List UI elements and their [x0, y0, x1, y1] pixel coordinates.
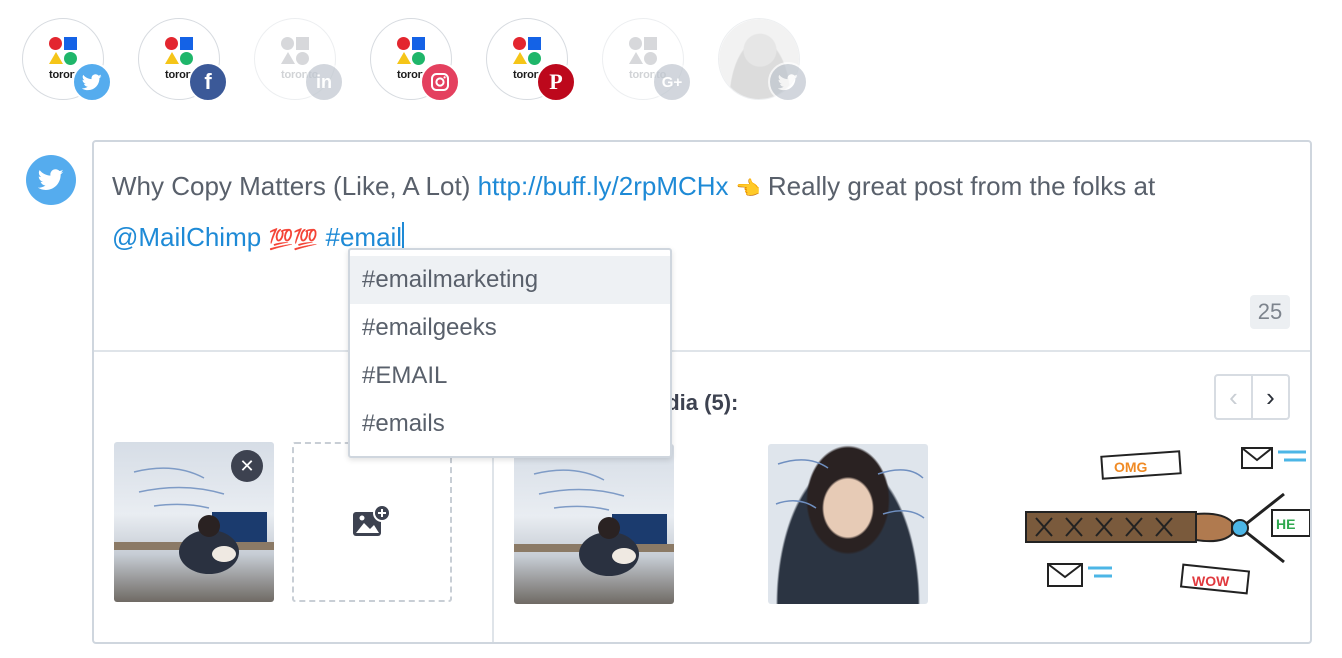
hashtag-suggestion[interactable]: #emailmarketing [350, 256, 670, 304]
svg-text:OMG: OMG [1114, 459, 1148, 475]
toronto-logo [49, 37, 81, 69]
suggested-media-thumbnail[interactable] [768, 444, 928, 604]
account-avatar-facebook[interactable]: toronto f [138, 18, 228, 102]
hashtag-suggestion[interactable]: #emailgeeks [350, 304, 670, 352]
chevron-right-icon[interactable]: › [1253, 376, 1288, 418]
account-avatar-google-plus[interactable]: toronto G+ [602, 18, 692, 102]
facebook-icon: f [188, 62, 228, 102]
google-plus-icon: G+ [652, 62, 692, 102]
post-composer[interactable]: Why Copy Matters (Like, A Lot) http://bu… [92, 140, 1312, 644]
linkedin-icon: in [304, 62, 344, 102]
instagram-icon [420, 62, 460, 102]
email-illustration: OMG HE WOW [1025, 447, 1310, 595]
account-avatar-linkedin[interactable]: toronto in [254, 18, 344, 102]
account-avatar-pinterest[interactable]: toronto P [486, 18, 576, 102]
twitter-icon [26, 155, 76, 205]
add-media-button[interactable] [292, 442, 452, 602]
account-avatar-personal-twitter[interactable] [718, 18, 808, 102]
add-image-icon [353, 504, 391, 536]
office-photo [514, 469, 674, 576]
post-text: Really great post from the folks at [760, 171, 1156, 201]
toronto-logo [629, 37, 661, 69]
suggested-media-thumbnail[interactable]: OMG HE WOW [1022, 442, 1310, 602]
suggested-media-thumbnail[interactable] [514, 444, 674, 604]
svg-text:HE: HE [1276, 516, 1295, 532]
svg-text:WOW: WOW [1192, 573, 1230, 589]
pinterest-icon: P [536, 62, 576, 102]
toronto-logo [281, 37, 313, 69]
twitter-icon [72, 62, 112, 102]
toronto-logo [513, 37, 545, 69]
hundred-points-emoji: 💯💯 [268, 229, 319, 251]
divider [94, 350, 1310, 352]
toronto-logo [165, 37, 197, 69]
portrait-photo [775, 459, 925, 519]
hashtag-suggestion[interactable]: #emails [350, 400, 670, 448]
post-link[interactable]: http://buff.ly/2rpMCHx [478, 171, 729, 201]
remove-media-button[interactable]: ✕ [231, 450, 263, 482]
chevron-left-icon[interactable]: ‹ [1216, 376, 1253, 418]
account-avatar-twitter[interactable]: toronto [22, 18, 112, 102]
suggested-media-pager: ‹ › [1214, 374, 1290, 420]
hashtag-autocomplete: #emailmarketing #emailgeeks #EMAIL #emai… [348, 248, 672, 458]
character-count: 25 [1250, 295, 1290, 329]
twitter-icon [768, 62, 808, 102]
post-text: Why Copy Matters (Like, A Lot) [112, 171, 478, 201]
account-avatar-instagram[interactable]: toronto [370, 18, 460, 102]
attached-media-thumbnail[interactable]: ✕ [114, 442, 274, 602]
post-mention[interactable]: @MailChimp [112, 222, 261, 252]
post-text-editor[interactable]: Why Copy Matters (Like, A Lot) http://bu… [112, 162, 1302, 264]
toronto-logo [397, 37, 429, 69]
pointing-hand-emoji: 👈 [735, 178, 761, 200]
hashtag-suggestion[interactable]: #EMAIL [350, 352, 670, 400]
